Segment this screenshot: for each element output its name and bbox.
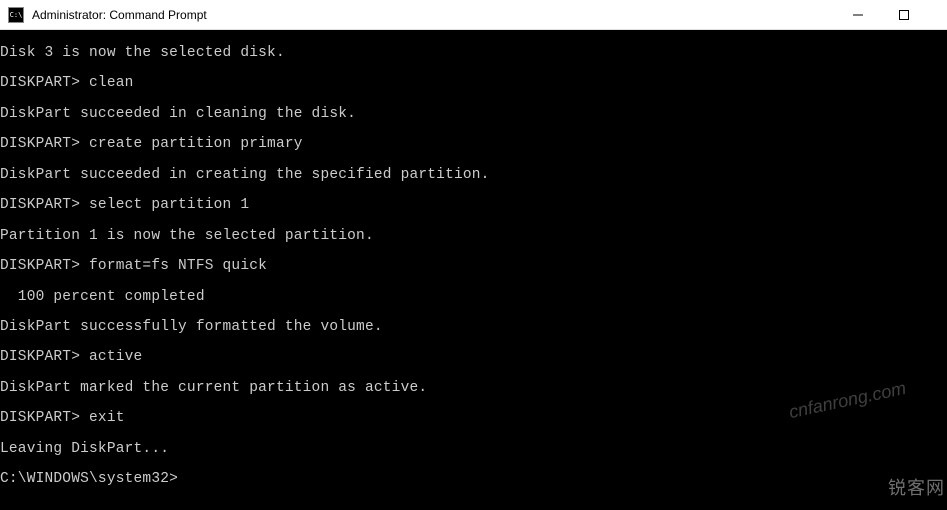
terminal-line: DISKPART> format=fs NTFS quick: [0, 251, 947, 281]
window-title: Administrator: Command Prompt: [32, 8, 835, 22]
terminal-output[interactable]: Disk 3 is now the selected disk. DISKPAR…: [0, 30, 947, 510]
terminal-line: DiskPart marked the current partition as…: [0, 373, 947, 403]
terminal-line: DiskPart succeeded in cleaning the disk.: [0, 99, 947, 129]
window-controls: [835, 0, 947, 29]
terminal-line: DISKPART> clean: [0, 68, 947, 98]
terminal-line: Leaving DiskPart...: [0, 434, 947, 464]
titlebar: C:\ Administrator: Command Prompt: [0, 0, 947, 30]
maximize-button[interactable]: [881, 0, 927, 29]
terminal-line: Disk 3 is now the selected disk.: [0, 38, 947, 68]
terminal-line: DISKPART> active: [0, 342, 947, 372]
cursor: [178, 470, 186, 486]
terminal-line: DiskPart successfully formatted the volu…: [0, 312, 947, 342]
minimize-button[interactable]: [835, 0, 881, 29]
terminal-line: DISKPART> exit: [0, 403, 947, 433]
terminal-line: DISKPART> select partition 1: [0, 190, 947, 220]
terminal-line: 100 percent completed: [0, 282, 947, 312]
terminal-line: DiskPart succeeded in creating the speci…: [0, 160, 947, 190]
cmd-icon: C:\: [8, 7, 24, 23]
terminal-line: DISKPART> create partition primary: [0, 129, 947, 159]
terminal-prompt: C:\WINDOWS\system32>: [0, 464, 947, 494]
terminal-line: Partition 1 is now the selected partitio…: [0, 221, 947, 251]
close-button[interactable]: [927, 0, 947, 29]
